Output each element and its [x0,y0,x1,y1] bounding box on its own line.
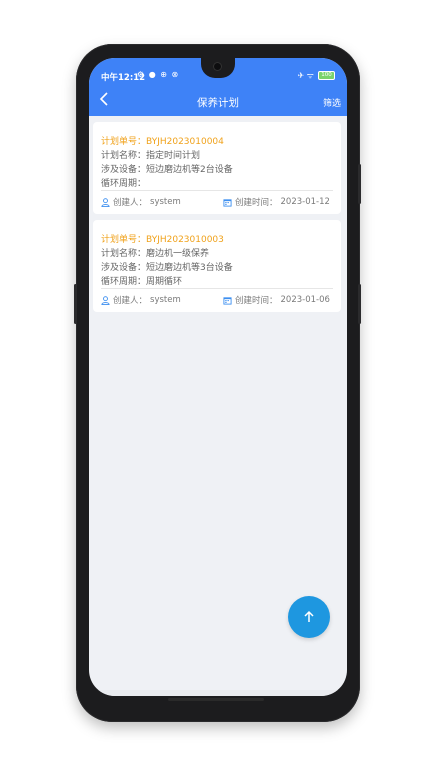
plan-number-label: 计划单号： [101,235,147,245]
creator-value: system [150,295,181,305]
page-title: 保养计划 [197,97,239,109]
equipment-value: 短边磨边机等2台设备 [146,165,233,175]
plan-number: BYJH2023010004 [146,137,224,147]
status-right-icons: ✈ ᯤ 100 [297,70,335,81]
calendar-icon [223,198,232,207]
cycle-row: 循环周期：周期循环 [101,274,182,287]
user-icon [101,197,110,207]
front-camera [213,62,222,71]
created-time-info: 创建时间： 2023-01-06 [223,294,330,306]
creator-info: 创建人： system [101,294,181,306]
equipment-label: 涉及设备： [101,165,147,175]
plan-card[interactable]: 计划单号：BYJH2023010004 计划名称：指定时间计划 涉及设备：短边磨… [93,122,341,214]
plan-number-row: 计划单号：BYJH2023010003 [101,232,224,245]
filter-button[interactable]: 筛选 [323,96,341,109]
card-divider [101,190,333,191]
plan-name-row: 计划名称：磨边机一级保养 [101,246,209,259]
plan-number: BYJH2023010003 [146,235,224,245]
plan-name: 指定时间计划 [146,151,201,161]
app-screen: 中午12:12 ⚙ ● ⊕ ⊗ ✈ ᯤ 100 保养计划 筛选 计划单号：BYJ… [89,58,347,696]
created-value: 2023-01-06 [280,295,330,305]
plan-number-row: 计划单号：BYJH2023010004 [101,134,224,147]
card-divider [101,288,333,289]
creator-label: 创建人： [113,198,148,208]
created-label: 创建时间： [235,296,278,306]
phone-side-button [358,284,361,324]
airplane-wifi-icons: ✈ ᯤ [297,71,314,80]
cycle-value: 周期循环 [146,277,183,287]
calendar-icon [223,296,232,305]
equipment-row: 涉及设备：短边磨边机等3台设备 [101,260,233,273]
status-notification-icons: ⚙ ● ⊕ ⊗ [137,70,180,79]
plan-number-label: 计划单号： [101,137,147,147]
plan-name-label: 计划名称： [101,249,147,259]
plan-name-label: 计划名称： [101,151,147,161]
home-indicator[interactable] [168,698,264,701]
cycle-row: 循环周期： [101,176,146,189]
scroll-to-top-button[interactable] [288,596,330,638]
creator-info: 创建人： system [101,196,181,208]
creator-label: 创建人： [113,296,148,306]
phone-side-button [74,284,77,324]
cycle-label: 循环周期： [101,179,147,189]
created-value: 2023-01-12 [280,197,330,207]
equipment-label: 涉及设备： [101,263,147,273]
created-label: 创建时间： [235,198,278,208]
battery-icon: 100 [318,71,335,80]
equipment-row: 涉及设备：短边磨边机等2台设备 [101,162,233,175]
user-icon [101,295,110,305]
plan-name-row: 计划名称：指定时间计划 [101,148,200,161]
equipment-value: 短边磨边机等3台设备 [146,263,233,273]
plan-name: 磨边机一级保养 [146,249,210,259]
creator-value: system [150,197,181,207]
created-time-info: 创建时间： 2023-01-12 [223,196,330,208]
plan-card[interactable]: 计划单号：BYJH2023010003 计划名称：磨边机一级保养 涉及设备：短边… [93,220,341,312]
phone-side-button [358,164,361,204]
cycle-label: 循环周期： [101,277,147,287]
screen-bottom-edge [89,690,347,696]
arrow-up-icon [304,610,314,622]
